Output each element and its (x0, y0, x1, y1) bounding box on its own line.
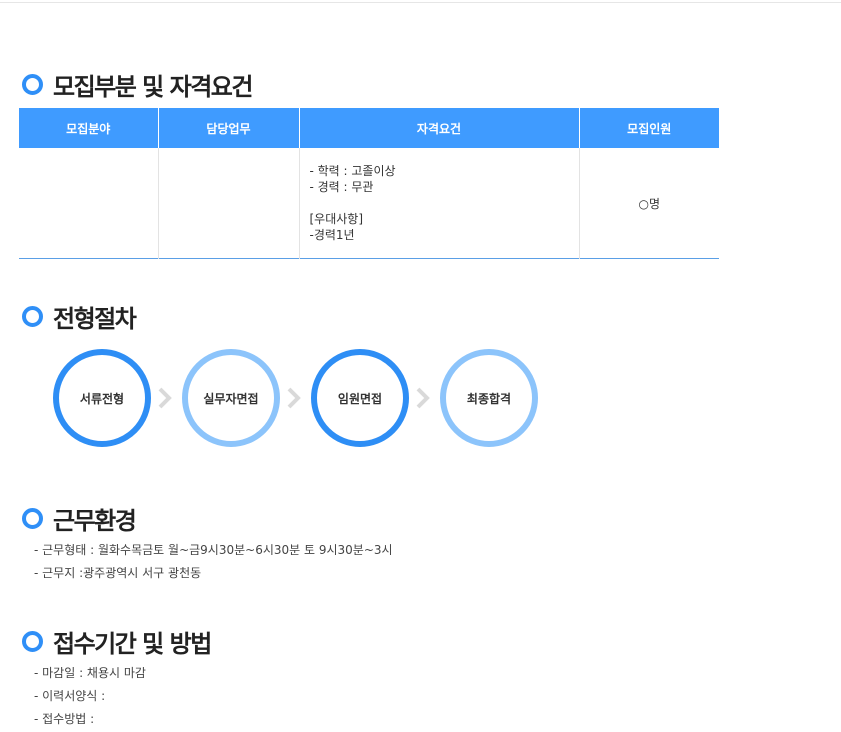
header-duty: 담당업무 (158, 108, 300, 148)
ring-bullet-icon (22, 73, 43, 95)
step-document-screening: 서류전형 (53, 349, 151, 447)
cell-field (19, 148, 159, 259)
section-title-text: 전형절차 (53, 304, 137, 333)
section-title-text: 모집부분 및 자격요건 (53, 72, 253, 101)
section-title-process: 전형절차 (22, 301, 137, 333)
step-executive-interview: 임원면접 (311, 349, 409, 447)
section-title-environment: 근무환경 (22, 503, 137, 535)
header-count: 모집인원 (579, 108, 719, 148)
cell-qualifications: - 학력 : 고졸이상 - 경력 : 무관 [우대사항] -경력1년 (299, 148, 580, 259)
preferred-title: [우대사항] (309, 212, 364, 226)
cell-count: ○명 (638, 196, 660, 211)
list-item: - 접수방법 : (34, 712, 95, 726)
qualification-education: - 학력 : 고졸이상 (309, 164, 396, 178)
section-title-text: 근무환경 (53, 506, 137, 535)
apply-list: - 마감일 : 채용시 마감 - 이력서양식 : - 접수방법 : (34, 662, 146, 731)
ring-bullet-icon (22, 630, 43, 652)
list-item: - 이력서양식 : (34, 689, 106, 703)
list-item: - 근무형태 : 월화수목금토 월~금9시30분~6시30분 토 9시30분~3… (34, 543, 393, 557)
qualification-experience: - 경력 : 무관 (309, 180, 374, 194)
table-row: - 학력 : 고졸이상 - 경력 : 무관 [우대사항] -경력1년 ○명 (19, 148, 719, 259)
section-title-apply: 접수기간 및 방법 (22, 626, 212, 658)
step-final-acceptance: 최종합격 (440, 349, 538, 447)
preferred-item: -경력1년 (309, 228, 355, 242)
header-qualifications: 자격요건 (299, 108, 580, 148)
section-title-text: 접수기간 및 방법 (53, 629, 212, 658)
header-field: 모집분야 (19, 108, 159, 148)
list-item: - 근무지 :광주광역시 서구 광천동 (34, 566, 202, 580)
chevron-right-icon (158, 387, 172, 409)
list-item: - 마감일 : 채용시 마감 (34, 666, 146, 680)
ring-bullet-icon (22, 305, 43, 327)
environment-list: - 근무형태 : 월화수목금토 월~금9시30분~6시30분 토 9시30분~3… (34, 539, 393, 585)
ring-bullet-icon (22, 507, 43, 529)
step-practical-interview: 실무자면접 (182, 349, 280, 447)
top-divider (0, 2, 841, 3)
recruit-table: 모집분야 담당업무 자격요건 모집인원 - 학력 : 고졸이상 - 경력 : 무… (19, 108, 719, 259)
table-header-row: 모집분야 담당업무 자격요건 모집인원 (19, 108, 719, 148)
cell-duty (158, 148, 300, 259)
chevron-right-icon (287, 387, 301, 409)
chevron-right-icon (416, 387, 430, 409)
section-title-recruit: 모집부분 및 자격요건 (22, 69, 253, 101)
